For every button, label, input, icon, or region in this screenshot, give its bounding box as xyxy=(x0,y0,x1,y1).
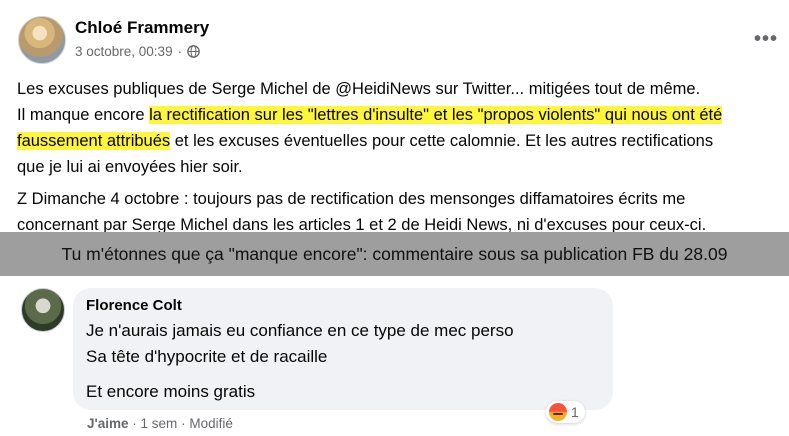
action-sep: · xyxy=(132,416,137,431)
comment-bubble: Florence Colt Je n'aurais jamais eu conf… xyxy=(73,288,613,410)
caption-text: Tu m'étonnes que ça "manque encore": com… xyxy=(61,243,728,264)
post-text-line3-post: et les excuses éventuelles pour cette ca… xyxy=(170,132,714,150)
post-update: Z Dimanche 4 octobre : toujours pas de r… xyxy=(17,186,777,238)
globe-icon[interactable] xyxy=(187,45,200,58)
post-timestamp[interactable]: 3 octobre, 00:39 xyxy=(75,44,173,59)
caption-banner: Tu m'étonnes que ça "manque encore": com… xyxy=(0,232,789,276)
post-meta: 3 octobre, 00:39 · xyxy=(75,44,200,59)
angry-reaction-icon xyxy=(549,403,567,421)
comment-time[interactable]: 1 sem xyxy=(141,416,178,431)
edited-label: Modifié xyxy=(189,416,233,431)
highlighted-text-2: faussement attribués xyxy=(17,132,171,150)
commenter-name[interactable]: Florence Colt xyxy=(86,297,182,314)
highlighted-text-1: la rectification sur les "lettres d'insu… xyxy=(149,106,723,124)
commenter-avatar[interactable] xyxy=(21,288,65,332)
post-paragraph: Il manque encore la rectification sur le… xyxy=(17,102,777,180)
author-avatar[interactable] xyxy=(18,16,66,64)
reaction-summary[interactable]: 1 xyxy=(546,401,585,423)
like-link[interactable]: J'aime xyxy=(87,416,129,431)
reaction-count: 1 xyxy=(571,404,579,420)
comment-line2: Sa tête d'hypocrite et de racaille xyxy=(86,347,328,366)
post-body: Les excuses publiques de Serge Michel de… xyxy=(17,76,777,242)
post-header: Chloé Frammery 3 octobre, 00:39 · ••• xyxy=(18,16,778,72)
post-text-line4: que je lui ai envoyées hier soir. xyxy=(17,158,243,176)
post-text-line2-pre: Il manque encore xyxy=(17,106,150,124)
comment-spacer xyxy=(86,370,514,379)
comment-line3: Et encore moins gratis xyxy=(86,382,256,401)
action-sep: · xyxy=(181,416,186,431)
meta-separator: · xyxy=(177,44,183,59)
update-line1: Z Dimanche 4 octobre : toujours pas de r… xyxy=(17,190,686,208)
comment-text: Je n'aurais jamais eu confiance en ce ty… xyxy=(86,318,514,405)
more-options-icon[interactable]: ••• xyxy=(754,28,778,51)
post-author-name[interactable]: Chloé Frammery xyxy=(75,18,209,38)
comment-line1: Je n'aurais jamais eu confiance en ce ty… xyxy=(86,321,514,340)
post-text-line: Les excuses publiques de Serge Michel de… xyxy=(17,76,777,102)
comment-actions: J'aime · 1 sem · Modifié xyxy=(87,416,233,431)
post-text-line1: Les excuses publiques de Serge Michel de… xyxy=(17,80,701,98)
